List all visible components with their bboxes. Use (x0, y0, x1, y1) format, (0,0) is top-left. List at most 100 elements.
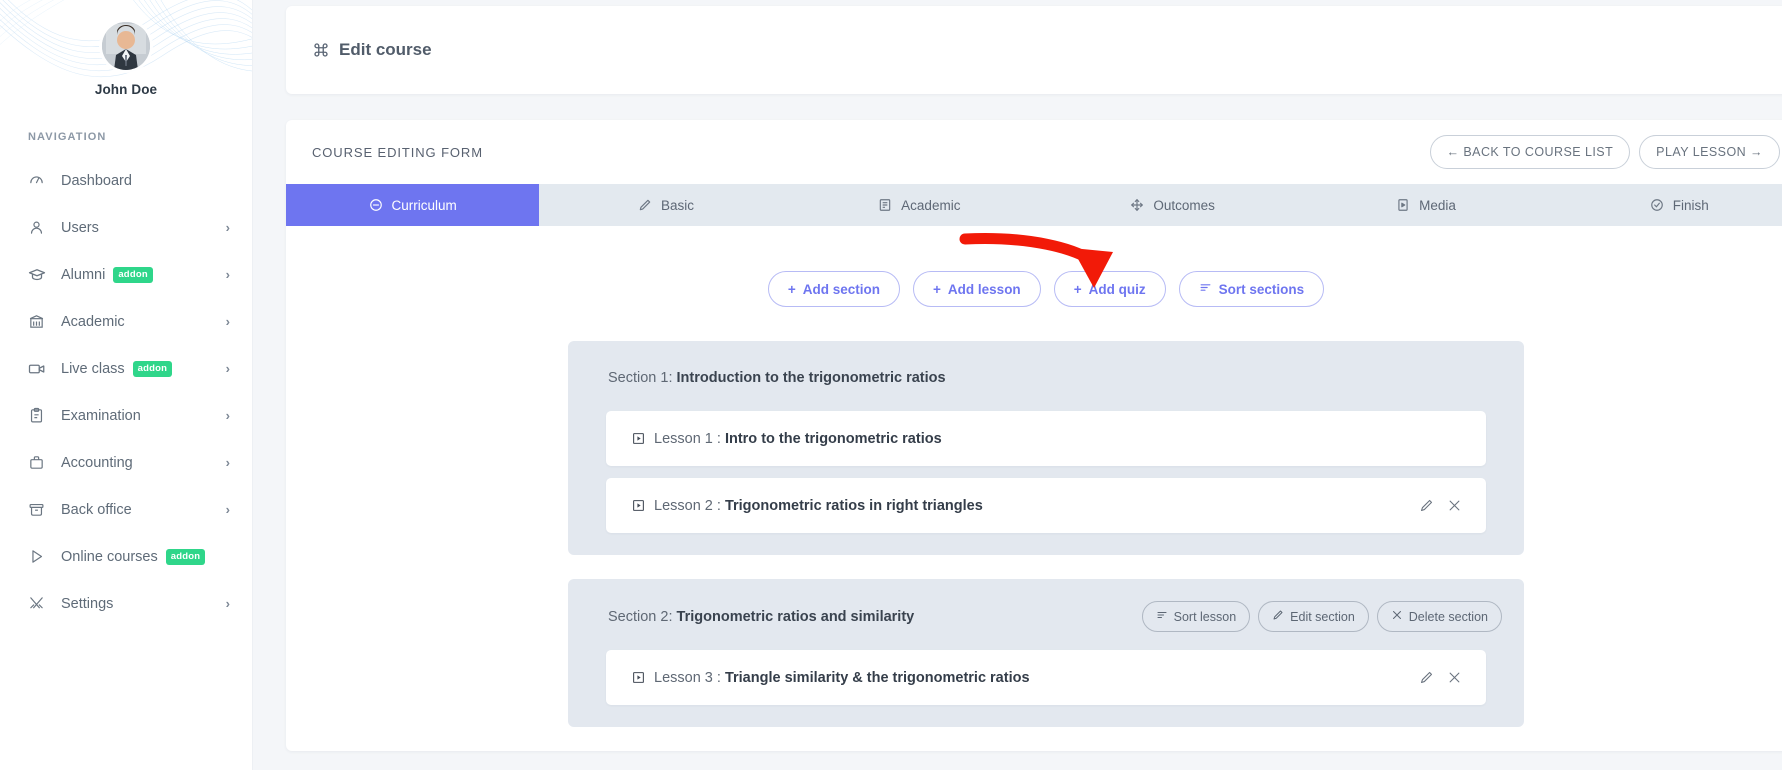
add-section-button[interactable]: + Add section (768, 271, 900, 307)
tab-finish[interactable]: Finish (1553, 184, 1782, 226)
tab-label: Basic (661, 198, 694, 213)
clock-icon (369, 198, 383, 212)
play-lesson-button[interactable]: PLAY LESSON → (1639, 135, 1780, 169)
sidebar-item-academic[interactable]: Academic › (0, 298, 252, 345)
sidebar-item-online-courses[interactable]: Online courses addon (0, 533, 252, 580)
delete-section-button[interactable]: Delete section (1377, 601, 1502, 632)
lesson-name: Intro to the trigonometric ratios (725, 431, 942, 447)
lesson-name: Trigonometric ratios in right triangles (725, 498, 983, 514)
edit-section-button[interactable]: Edit section (1258, 601, 1369, 632)
lesson-tools (1419, 670, 1462, 685)
sidebar-profile[interactable]: John Doe (0, 0, 252, 97)
delete-lesson-icon[interactable] (1447, 670, 1462, 685)
tab-academic[interactable]: Academic (793, 184, 1046, 226)
edit-lesson-icon[interactable] (1419, 498, 1434, 513)
sidebar-item-back-office[interactable]: Back office › (0, 486, 252, 533)
chevron-right-icon: › (226, 597, 230, 610)
sidebar: John Doe NAVIGATION Dashboard Users › (0, 0, 253, 770)
play-triangle-icon (28, 548, 50, 565)
tab-media[interactable]: Media (1299, 184, 1552, 226)
form-tabs: Curriculum Basic Academic (286, 184, 1782, 226)
chevron-right-icon: › (226, 503, 230, 516)
user-avatar-photo (102, 22, 150, 70)
close-icon (1391, 609, 1403, 624)
play-box-icon (632, 432, 645, 445)
sidebar-item-label: Online courses (61, 549, 158, 565)
lesson-list: Lesson 1 : Intro to the trigonometric ra… (588, 411, 1504, 533)
avatar[interactable] (102, 22, 150, 70)
sort-icon (1199, 281, 1212, 297)
sidebar-item-users[interactable]: Users › (0, 204, 252, 251)
edit-lesson-icon[interactable] (1419, 670, 1434, 685)
plus-icon: + (933, 282, 941, 297)
tab-label: Outcomes (1153, 198, 1215, 213)
section-name: Introduction to the trigonometric ratios (677, 370, 946, 386)
form-title: COURSE EDITING FORM (312, 145, 483, 160)
main-content: Edit course COURSE EDITING FORM ← BACK T… (253, 0, 1782, 770)
tab-outcomes[interactable]: Outcomes (1046, 184, 1299, 226)
curriculum-panel: + Add section + Add lesson + Add quiz (286, 226, 1782, 727)
sidebar-item-examination[interactable]: Examination › (0, 392, 252, 439)
chevron-right-icon: › (226, 362, 230, 375)
sidebar-nav: Dashboard Users › Alumni addon › (0, 157, 252, 627)
app-root: John Doe NAVIGATION Dashboard Users › (0, 0, 1782, 770)
section-title: Section 1: Introduction to the trigonome… (608, 370, 946, 386)
addon-badge: addon (113, 267, 153, 283)
back-to-course-list-button[interactable]: ← BACK TO COURSE LIST (1430, 135, 1631, 169)
speedometer-icon (28, 172, 50, 189)
chevron-right-icon: › (226, 221, 230, 234)
sidebar-item-dashboard[interactable]: Dashboard (0, 157, 252, 204)
sort-sections-button[interactable]: Sort sections (1179, 271, 1325, 307)
lesson-row[interactable]: Lesson 1 : Intro to the trigonometric ra… (606, 411, 1486, 466)
lesson-row[interactable]: Lesson 2 : Trigonometric ratios in right… (606, 478, 1486, 533)
sort-icon (1156, 609, 1168, 624)
sidebar-item-label: Accounting (61, 455, 133, 471)
tab-curriculum[interactable]: Curriculum (286, 184, 539, 226)
command-icon (312, 41, 330, 59)
lesson-title: Lesson 2 : Trigonometric ratios in right… (654, 498, 983, 514)
chevron-right-icon: › (226, 268, 230, 281)
sidebar-item-label: Examination (61, 408, 141, 424)
sidebar-item-settings[interactable]: Settings › (0, 580, 252, 627)
video-camera-icon (28, 360, 50, 378)
tab-label: Curriculum (392, 198, 457, 213)
sidebar-item-label: Settings (61, 596, 113, 612)
profile-name: John Doe (0, 82, 252, 97)
section-list: Section 1: Introduction to the trigonome… (568, 341, 1524, 727)
clipboard-icon (28, 407, 50, 424)
book-icon (878, 198, 892, 212)
nav-heading: NAVIGATION (0, 131, 252, 143)
section-card: Section 1: Introduction to the trigonome… (568, 341, 1524, 555)
add-lesson-button[interactable]: + Add lesson (913, 271, 1041, 307)
sidebar-item-label: Alumni (61, 267, 105, 283)
section-title: Section 2: Trigonometric ratios and simi… (608, 609, 914, 625)
sort-lesson-button[interactable]: Sort lesson (1142, 601, 1251, 632)
chevron-right-icon: › (226, 456, 230, 469)
lesson-row[interactable]: Lesson 3 : Triangle similarity & the tri… (606, 650, 1486, 705)
section-actions: Sort lesson Edit section (1142, 601, 1502, 632)
lesson-tools (1419, 498, 1462, 513)
move-icon (1130, 198, 1144, 212)
play-box-icon (632, 499, 645, 512)
button-label: Sort sections (1219, 282, 1305, 297)
tab-basic[interactable]: Basic (539, 184, 792, 226)
tools-icon (28, 595, 50, 612)
add-quiz-button[interactable]: + Add quiz (1054, 271, 1166, 307)
section-header: Section 1: Introduction to the trigonome… (588, 363, 1504, 393)
sidebar-item-accounting[interactable]: Accounting › (0, 439, 252, 486)
section-header: Section 2: Trigonometric ratios and simi… (588, 601, 1504, 632)
archive-icon (28, 501, 50, 518)
button-label: Sort lesson (1174, 610, 1237, 624)
curriculum-action-row: + Add section + Add lesson + Add quiz (286, 252, 1782, 307)
play-box-icon (632, 671, 645, 684)
form-header: COURSE EDITING FORM ← BACK TO COURSE LIS… (286, 120, 1782, 184)
lesson-prefix: Lesson 3 : (654, 670, 721, 686)
sidebar-item-alumni[interactable]: Alumni addon › (0, 251, 252, 298)
course-editing-form-card: COURSE EDITING FORM ← BACK TO COURSE LIS… (286, 120, 1782, 751)
delete-lesson-icon[interactable] (1447, 498, 1462, 513)
plus-icon: + (788, 282, 796, 297)
pencil-icon (638, 198, 652, 212)
button-label: Edit section (1290, 610, 1355, 624)
chevron-right-icon: › (226, 315, 230, 328)
sidebar-item-live-class[interactable]: Live class addon › (0, 345, 252, 392)
